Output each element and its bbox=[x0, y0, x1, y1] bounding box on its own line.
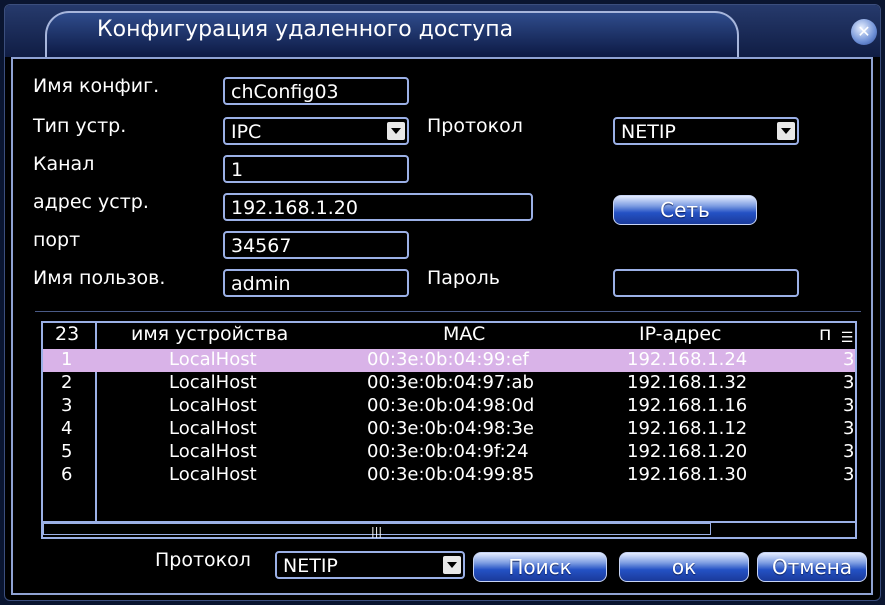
device-address-label: адрес устр. bbox=[33, 191, 149, 213]
channel-label: Канал bbox=[33, 153, 95, 175]
protocol-value: NETIP bbox=[621, 121, 676, 143]
divider bbox=[35, 311, 861, 312]
row-extra: 3 bbox=[843, 349, 855, 370]
row-name: LocalHost bbox=[169, 349, 257, 370]
row-name: LocalHost bbox=[169, 395, 257, 416]
table-row[interactable]: 4 LocalHost 00:3e:0b:04:98:3e 192.168.1.… bbox=[43, 418, 855, 441]
table-row[interactable]: 5 LocalHost 00:3e:0b:04:9f:24 192.168.1.… bbox=[43, 441, 855, 464]
password-field[interactable] bbox=[613, 269, 799, 297]
row-extra: 3 bbox=[843, 418, 855, 439]
device-type-label: Тип устр. bbox=[33, 115, 127, 137]
row-mac: 00:3e:0b:04:98:3e bbox=[367, 418, 534, 439]
chevron-down-icon[interactable] bbox=[777, 122, 795, 140]
config-panel: Имя конфиг. chConfig03 Тип устр. IPC Про… bbox=[11, 57, 873, 595]
row-ip: 192.168.1.12 bbox=[627, 418, 748, 439]
footer-protocol-label: Протокол bbox=[155, 549, 251, 571]
scrollbar-thumb[interactable]: ||| bbox=[43, 523, 711, 538]
device-list[interactable]: 23 имя устройства MAC IP-адрес п ☰ 1 Loc… bbox=[41, 321, 857, 539]
header-name[interactable]: имя устройства bbox=[131, 323, 288, 345]
username-field[interactable]: admin bbox=[223, 269, 409, 297]
table-row[interactable]: 6 LocalHost 00:3e:0b:04:99:85 192.168.1.… bbox=[43, 464, 855, 487]
header-mac[interactable]: MAC bbox=[443, 323, 485, 345]
row-index: 4 bbox=[61, 418, 73, 439]
port-label: порт bbox=[33, 229, 81, 251]
close-icon[interactable]: ✕ bbox=[851, 19, 877, 45]
row-mac: 00:3e:0b:04:97:ab bbox=[367, 372, 534, 393]
channel-field[interactable]: 1 bbox=[223, 155, 409, 183]
column-menu-icon[interactable]: ☰ bbox=[839, 329, 855, 349]
cancel-button[interactable]: Отмена bbox=[757, 552, 867, 582]
row-extra: 3 bbox=[843, 372, 855, 393]
table-row[interactable]: 2 LocalHost 00:3e:0b:04:97:ab 192.168.1.… bbox=[43, 372, 855, 395]
row-name: LocalHost bbox=[169, 372, 257, 393]
table-row[interactable]: 3 LocalHost 00:3e:0b:04:98:0d 192.168.1.… bbox=[43, 395, 855, 418]
network-button[interactable]: Сеть bbox=[613, 195, 757, 225]
search-button[interactable]: Поиск bbox=[473, 552, 607, 582]
header-extra[interactable]: п bbox=[819, 323, 831, 345]
row-mac: 00:3e:0b:04:99:ef bbox=[367, 349, 529, 370]
grip-icon: ||| bbox=[371, 525, 383, 538]
protocol-select[interactable]: NETIP bbox=[613, 117, 799, 145]
footer-protocol-value: NETIP bbox=[283, 555, 338, 577]
row-name: LocalHost bbox=[169, 418, 257, 439]
chevron-down-icon[interactable] bbox=[443, 556, 461, 574]
dialog-title: Конфигурация удаленного доступа bbox=[97, 17, 514, 42]
footer-protocol-select[interactable]: NETIP bbox=[275, 551, 465, 579]
row-name: LocalHost bbox=[169, 441, 257, 462]
row-extra: 3 bbox=[843, 441, 855, 462]
row-ip: 192.168.1.16 bbox=[627, 395, 748, 416]
row-index: 3 bbox=[61, 395, 73, 416]
port-field[interactable]: 34567 bbox=[223, 231, 409, 259]
row-index: 6 bbox=[61, 464, 73, 485]
device-type-select[interactable]: IPC bbox=[223, 117, 409, 145]
row-index: 1 bbox=[61, 349, 73, 370]
row-extra: 3 bbox=[843, 464, 855, 485]
username-label: Имя пользов. bbox=[33, 267, 166, 289]
device-address-field[interactable]: 192.168.1.20 bbox=[223, 193, 533, 221]
row-name: LocalHost bbox=[169, 464, 257, 485]
header-ip[interactable]: IP-адрес bbox=[639, 323, 721, 345]
row-ip: 192.168.1.24 bbox=[627, 349, 748, 370]
row-ip: 192.168.1.30 bbox=[627, 464, 748, 485]
password-label: Пароль bbox=[427, 267, 500, 289]
protocol-label: Протокол bbox=[427, 115, 523, 137]
row-index: 5 bbox=[61, 441, 73, 462]
table-row[interactable]: 1 LocalHost 00:3e:0b:04:99:ef 192.168.1.… bbox=[43, 349, 855, 372]
config-name-field[interactable]: chConfig03 bbox=[223, 77, 409, 105]
row-ip: 192.168.1.32 bbox=[627, 372, 748, 393]
row-mac: 00:3e:0b:04:99:85 bbox=[367, 464, 535, 485]
device-type-value: IPC bbox=[231, 121, 262, 143]
header-count: 23 bbox=[55, 323, 80, 345]
row-index: 2 bbox=[61, 372, 73, 393]
config-name-label: Имя конфиг. bbox=[33, 75, 160, 97]
chevron-down-icon[interactable] bbox=[387, 122, 405, 140]
row-ip: 192.168.1.20 bbox=[627, 441, 748, 462]
ok-button[interactable]: ок bbox=[619, 552, 749, 582]
row-extra: 3 bbox=[843, 395, 855, 416]
horizontal-scrollbar[interactable]: ||| bbox=[43, 521, 855, 538]
device-list-header: 23 имя устройства MAC IP-адрес п ☰ bbox=[43, 323, 855, 349]
remote-access-dialog: Конфигурация удаленного доступа ✕ Имя ко… bbox=[4, 4, 881, 601]
title-bar: Конфигурация удаленного доступа ✕ bbox=[5, 5, 880, 59]
row-mac: 00:3e:0b:04:98:0d bbox=[367, 395, 535, 416]
row-mac: 00:3e:0b:04:9f:24 bbox=[367, 441, 529, 462]
